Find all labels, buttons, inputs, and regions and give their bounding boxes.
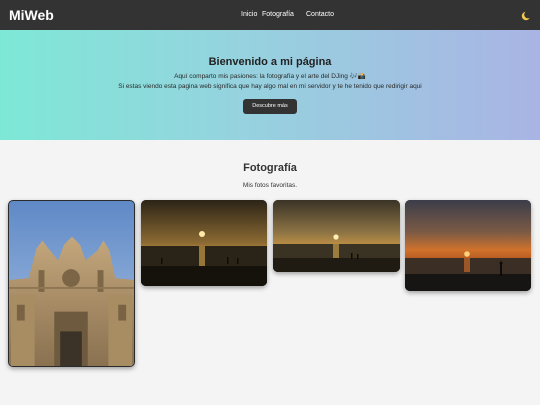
nav-link-contacto[interactable]: Contacto xyxy=(306,10,334,20)
discover-more-button[interactable]: Descubre más xyxy=(243,99,297,114)
gallery-title: Fotografía xyxy=(243,162,297,174)
moon-icon[interactable] xyxy=(520,9,532,21)
hero-description: Aquí comparto mis pasiones: la fotografí… xyxy=(174,73,366,80)
beach-sunset-photo[interactable] xyxy=(141,200,267,286)
orange-sunset-photo[interactable] xyxy=(405,200,531,291)
hero-redirect-notice: Si estas viendo esta pagina web signific… xyxy=(118,83,422,90)
nav-link-inicio[interactable]: Inicio xyxy=(241,10,257,20)
brand-logo[interactable]: MiWeb xyxy=(9,7,54,23)
hero-section: Bienvenido a mi página Aquí comparto mis… xyxy=(0,30,540,140)
nav-link-fotografia[interactable]: Fotografía xyxy=(262,10,294,20)
hero-title: Bienvenido a mi página xyxy=(208,56,332,68)
navbar: MiWeb Inicio Fotografía Contacto xyxy=(0,0,540,30)
sea-sunset-photo[interactable] xyxy=(273,200,400,272)
gallery-subtitle: Mis fotos favoritas. xyxy=(242,182,298,189)
cathedral-facade-photo[interactable] xyxy=(8,200,135,367)
